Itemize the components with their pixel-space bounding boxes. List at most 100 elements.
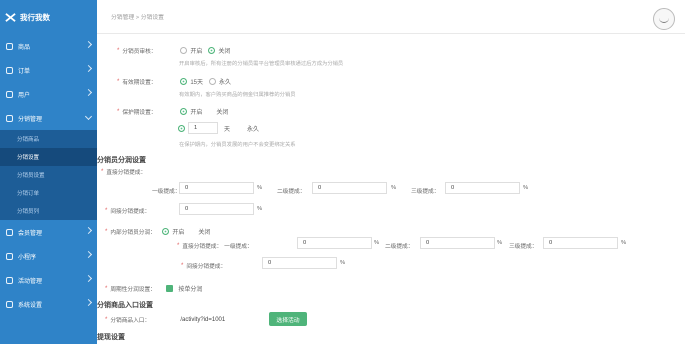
member-icon xyxy=(6,228,13,236)
entry-row: * 分销商品入口： /activity?id=1001 xyxy=(105,315,226,325)
validity-forever-radio[interactable] xyxy=(209,78,217,85)
indirect-input[interactable]: 0 xyxy=(179,203,254,215)
protect-days-input[interactable]: 1 xyxy=(188,122,218,134)
validity-15d-radio[interactable] xyxy=(180,78,188,85)
period-row: * 周期性分润设置： 按单分润 xyxy=(105,284,220,293)
internal-indirect-label: 间接分销提成： xyxy=(186,264,227,270)
protect-days-row: 1 天 永久 xyxy=(178,122,277,134)
review-on-radio[interactable] xyxy=(180,47,188,54)
direct-commission-row: * 直接分销提成： xyxy=(101,167,146,177)
validity-label: 有效期设置： xyxy=(122,80,157,86)
internal-level2-input[interactable]: 0 xyxy=(420,237,495,249)
menu-label: 系统设置 xyxy=(18,302,43,309)
entry-section-title: 分销商品入口设置 xyxy=(97,302,153,309)
activity-icon xyxy=(6,276,13,284)
protect-days-radio[interactable] xyxy=(178,124,185,132)
internal-level1-label: 一级提成： xyxy=(224,244,253,250)
required-mark: * xyxy=(105,228,108,235)
chevron-right-icon xyxy=(84,88,93,97)
period-checkbox[interactable] xyxy=(166,285,174,292)
menu-users[interactable]: 用户 xyxy=(0,82,97,106)
review-off-radio[interactable] xyxy=(208,47,216,54)
level3-input[interactable]: 0 xyxy=(445,182,520,194)
brand-name: 我行我数 xyxy=(20,12,50,22)
internal-indirect-pct: % xyxy=(340,260,346,266)
level2-label: 二级提成： xyxy=(277,189,306,195)
review-off-label: 关闭 xyxy=(218,49,231,55)
required-mark: * xyxy=(117,78,120,85)
required-mark: * xyxy=(117,108,120,115)
required-mark: * xyxy=(105,285,108,292)
internal-label: 内部分销员分润： xyxy=(110,230,156,236)
review-hint: 开启审核后，所有注册的分销员需平台管理员审核通过后方成为分销员 xyxy=(179,61,344,67)
review-on-label: 开启 xyxy=(190,49,203,55)
select-activity-button[interactable]: 选择活动 xyxy=(269,312,307,326)
period-option-label: 按单分润 xyxy=(178,287,203,293)
internal-row: * 内部分销员分润： 开启 关闭 xyxy=(105,227,228,236)
submenu-item-goods[interactable]: 分销商品 xyxy=(0,130,97,148)
protect-on-radio[interactable] xyxy=(180,108,188,115)
menu-label: 商品 xyxy=(18,44,31,51)
menu-label: 订单 xyxy=(18,68,31,75)
level3-label: 三级提成： xyxy=(411,189,440,195)
goods-icon xyxy=(6,42,13,50)
submenu-item-settings[interactable]: 分销设置 xyxy=(0,148,97,166)
brand[interactable]: 我行我数 xyxy=(0,0,97,34)
orders-icon xyxy=(6,66,13,74)
protect-on-label: 开启 xyxy=(190,110,203,116)
protect-off-label[interactable]: 关闭 xyxy=(216,107,228,116)
required-mark: * xyxy=(117,47,120,54)
topbar: 分销管理 > 分销设置 xyxy=(97,0,685,34)
entry-label: 分销商品入口： xyxy=(110,318,151,324)
menu-activities[interactable]: 活动管理 xyxy=(0,268,97,292)
level2-pct: % xyxy=(391,185,397,191)
submenu-item-orders[interactable]: 分销订单 xyxy=(0,184,97,202)
protect-forever-label[interactable]: 永久 xyxy=(247,124,259,133)
menu-distribution[interactable]: 分销管理 xyxy=(0,106,97,130)
review-row: * 分销员审核： 开启 关闭 xyxy=(117,46,248,55)
indirect-commission-label: 间接分销提成： xyxy=(110,209,151,215)
distribution-icon xyxy=(6,114,13,122)
menu-members[interactable]: 会员管理 xyxy=(0,220,97,244)
entry-path: /activity?id=1001 xyxy=(180,316,226,323)
menu-label: 分销管理 xyxy=(18,116,43,123)
review-label: 分销员审核： xyxy=(122,49,157,55)
indirect-pct: % xyxy=(257,206,263,212)
level3-pct: % xyxy=(523,185,529,191)
level2-input[interactable]: 0 xyxy=(312,182,387,194)
protect-days-unit: 天 xyxy=(224,126,231,133)
internal-indirect-row: * 间接分销提成： xyxy=(181,261,227,271)
level1-label: 一级提成： xyxy=(152,189,181,195)
internal-level3-input[interactable]: 0 xyxy=(543,237,618,249)
internal-indirect-input[interactable]: 0 xyxy=(262,257,337,269)
user-icon xyxy=(6,90,13,98)
avatar[interactable] xyxy=(653,8,675,30)
protect-row: * 保护期设置： 开启 关闭 xyxy=(117,107,246,116)
submenu-item-distributor-list[interactable]: 分销员列 xyxy=(0,202,97,220)
menu-label: 会员管理 xyxy=(18,230,43,237)
menu-orders[interactable]: 订单 xyxy=(0,58,97,82)
menu-label: 小程序 xyxy=(18,254,37,261)
withdraw-section-title: 提现设置 xyxy=(97,334,125,341)
menu-miniprogram[interactable]: 小程序 xyxy=(0,244,97,268)
level1-input[interactable]: 0 xyxy=(179,182,254,194)
submenu-item-distributor-settings[interactable]: 分销员设置 xyxy=(0,166,97,184)
internal-on-label: 开启 xyxy=(172,230,185,236)
menu-goods[interactable]: 商品 xyxy=(0,34,97,58)
menu-system[interactable]: 系统设置 xyxy=(0,292,97,316)
internal-direct-row: * 直接分销提成： 一级提成： xyxy=(177,241,253,251)
protect-hint: 在保护期内，分销员发展的用户不会变更绑定关系 xyxy=(179,142,296,148)
internal-off-label[interactable]: 关闭 xyxy=(198,227,210,236)
internal-level1-input[interactable]: 0 xyxy=(297,237,372,249)
internal-on-radio[interactable] xyxy=(162,228,170,235)
internal-level1-pct: % xyxy=(374,240,380,246)
required-mark: * xyxy=(101,168,104,175)
internal-direct-label: 直接分销提成： xyxy=(182,244,223,250)
required-mark: * xyxy=(181,262,184,269)
logo-icon xyxy=(5,12,16,22)
validity-row: * 有效期设置： 15天 永久 xyxy=(117,77,249,86)
required-mark: * xyxy=(105,316,108,323)
commission-section-title: 分销员分润设置 xyxy=(97,157,146,164)
indirect-commission-row: * 间接分销提成： xyxy=(105,206,151,216)
period-label: 周期性分润设置： xyxy=(110,287,156,293)
